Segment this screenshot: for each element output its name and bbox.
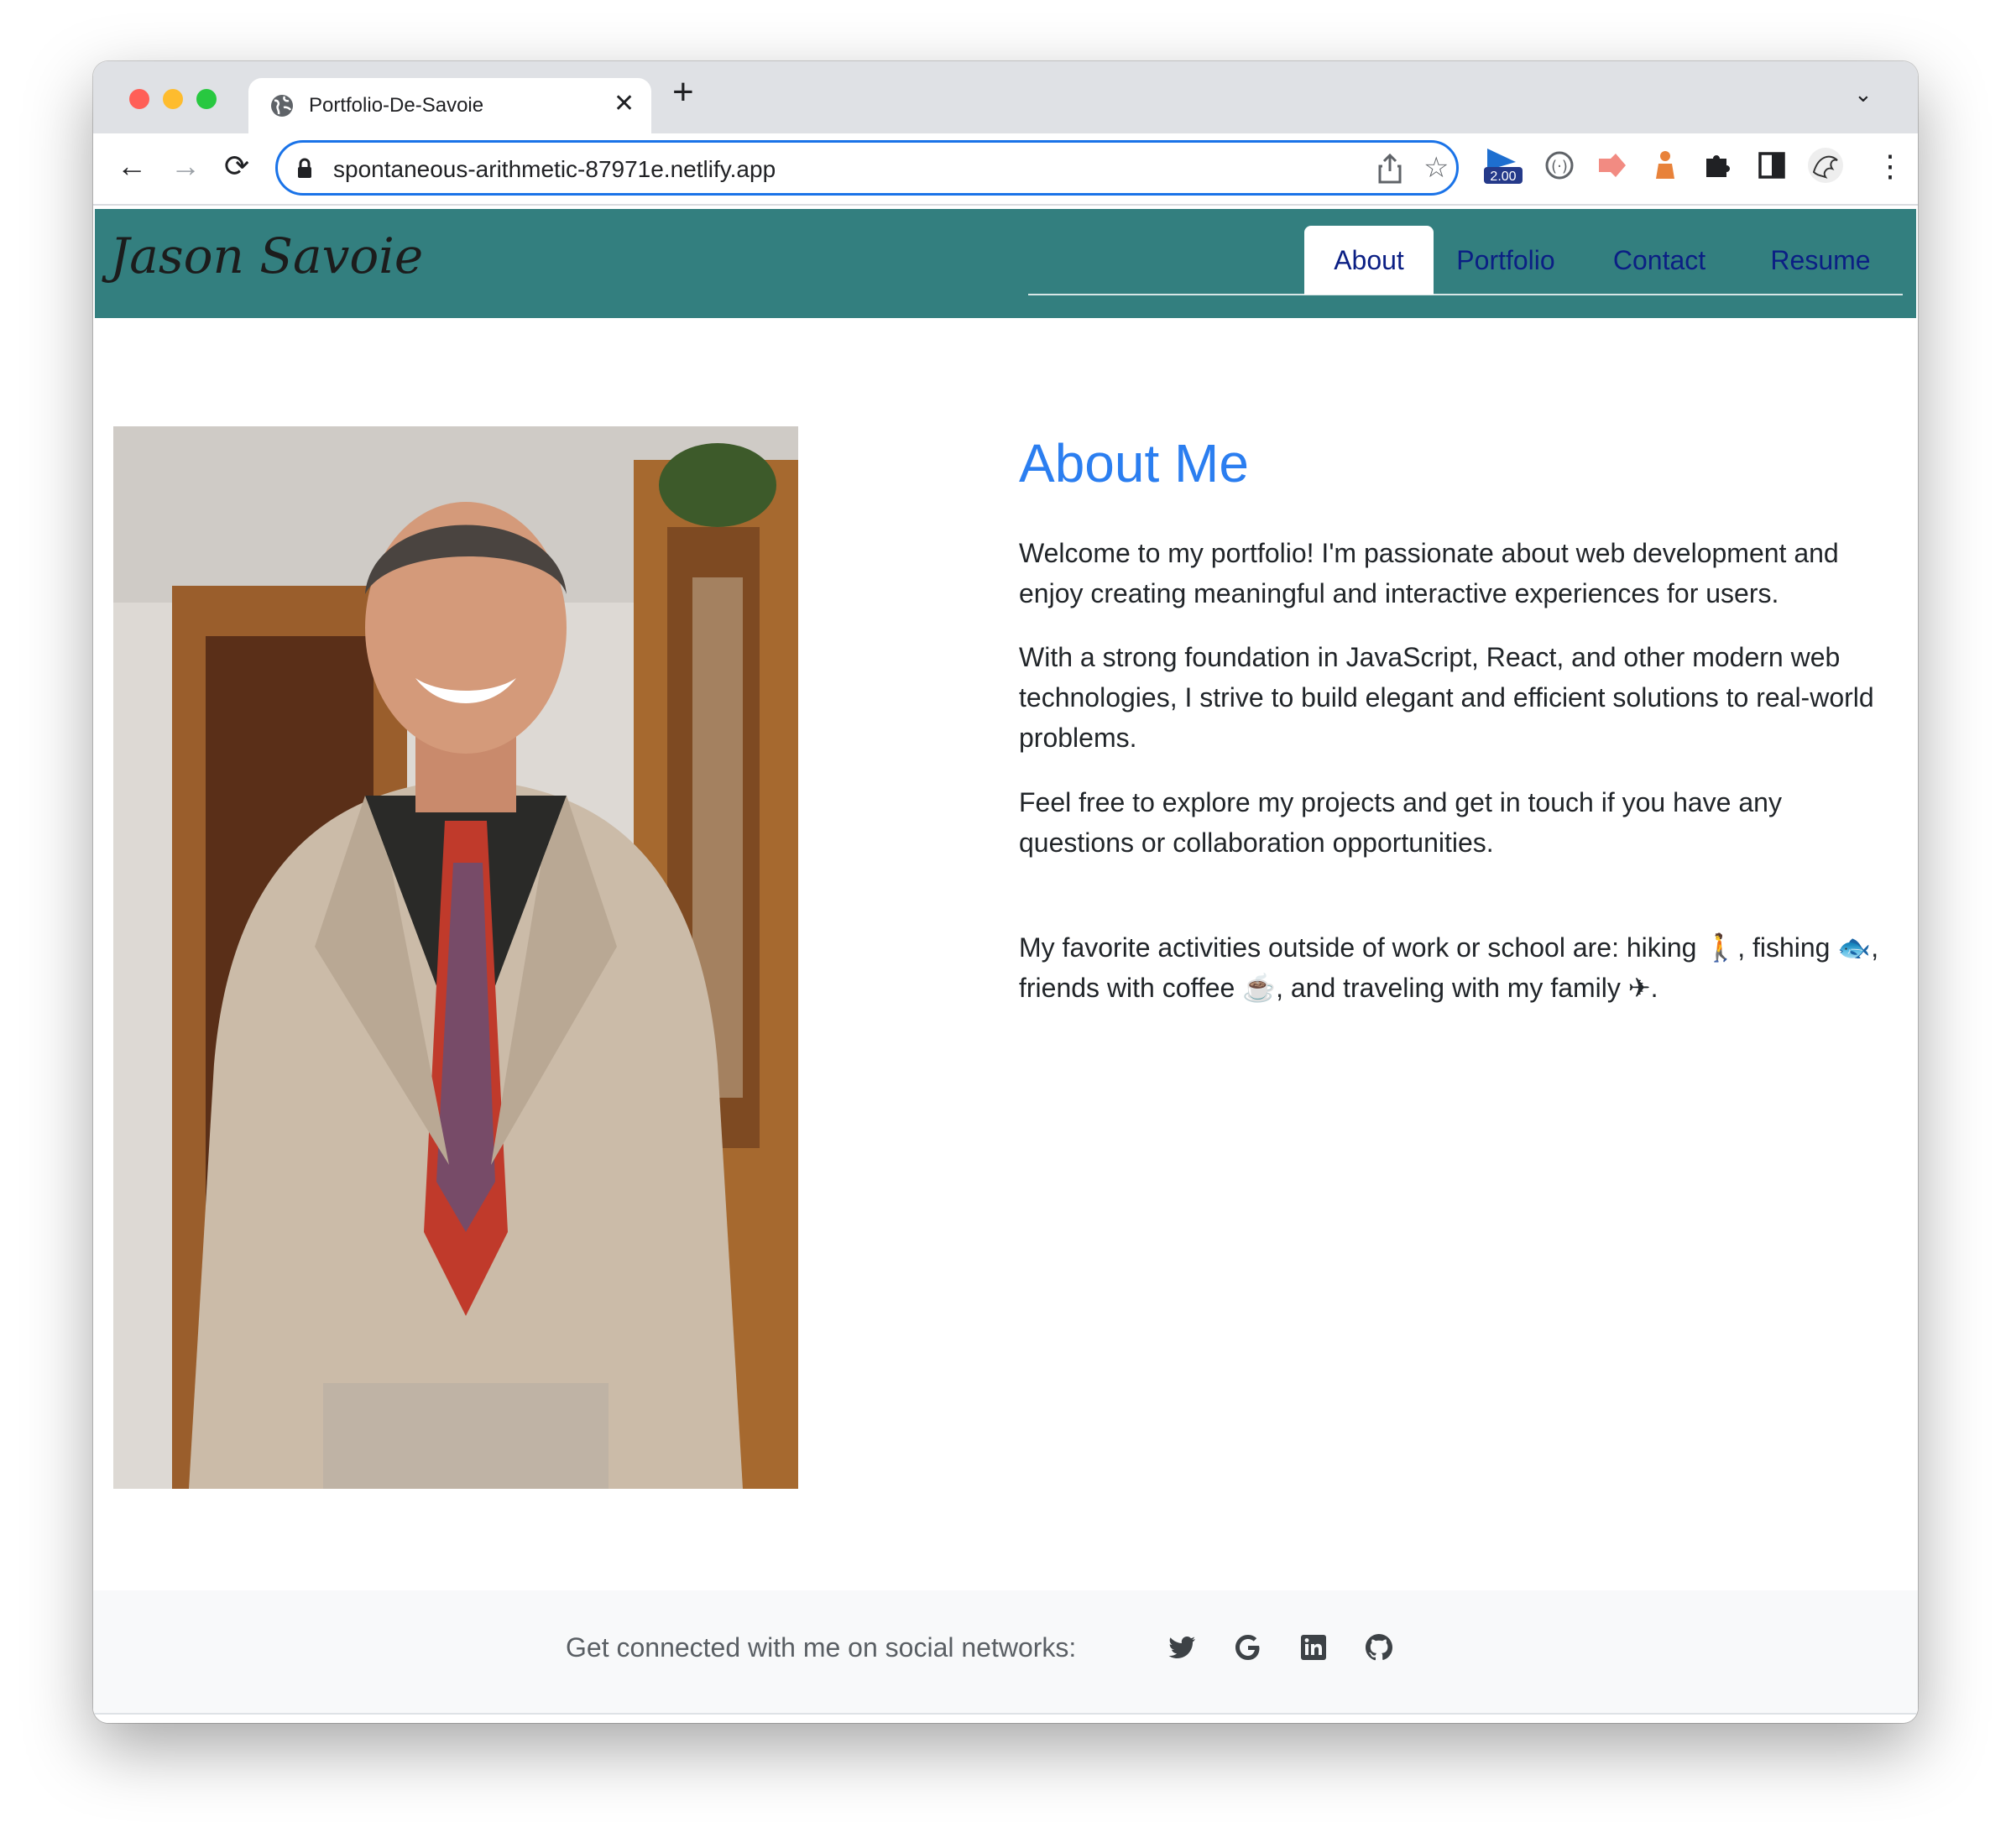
extension-badge: 2.00 <box>1490 170 1516 184</box>
url-text: spontaneous-arithmetic-87971e.netlify.ap… <box>333 156 776 182</box>
about-paragraph-1: Welcome to my portfolio! I'm passionate … <box>1019 538 1839 608</box>
forward-button[interactable]: → <box>170 149 201 184</box>
close-window-button[interactable] <box>129 89 149 109</box>
about-heading: About Me <box>1019 433 1249 493</box>
tab-close-icon[interactable]: ✕ <box>614 89 635 118</box>
nav-link-portfolio[interactable]: Portfolio <box>1448 226 1564 295</box>
address-bar[interactable]: spontaneous-arithmetic-87971e.netlify.ap… <box>275 140 1459 196</box>
browser-tab-active[interactable]: Portfolio-De-Savoie ✕ <box>248 78 651 133</box>
svg-text:(·): (·) <box>1551 158 1568 175</box>
bookmark-star-icon[interactable]: ☆ <box>1423 151 1449 185</box>
reload-button[interactable]: ⟳ <box>224 149 249 184</box>
about-paragraph-2: With a strong foundation in JavaScript, … <box>1019 642 1874 753</box>
about-paragraph-3: Feel free to explore my projects and get… <box>1019 787 1782 858</box>
extension-arrow-icon[interactable] <box>1596 149 1629 182</box>
site-header: Jason Savoie About Portfolio Contact Res… <box>95 209 1916 318</box>
minimize-window-button[interactable] <box>163 89 183 109</box>
browser-window: Portfolio-De-Savoie ✕ + ⌄ ← → ⟳ spontane… <box>93 61 1918 1723</box>
browser-menu-button[interactable]: ⋮ <box>1875 149 1905 184</box>
tab-search-button[interactable]: ⌄ <box>1854 81 1873 107</box>
tab-title: Portfolio-De-Savoie <box>309 94 484 117</box>
google-icon[interactable] <box>1233 1632 1263 1663</box>
site-brand[interactable]: Jason Savoie <box>110 227 423 285</box>
share-icon[interactable] <box>1376 153 1404 185</box>
tab-strip: Portfolio-De-Savoie ✕ + ⌄ <box>93 61 1918 133</box>
profile-photo <box>113 426 798 1489</box>
side-panel-icon[interactable] <box>1755 149 1789 182</box>
site-footer: Get connected with me on social networks… <box>93 1590 1918 1715</box>
extension-circle-icon[interactable]: (·) <box>1543 149 1576 182</box>
nav-link-contact[interactable]: Contact <box>1606 226 1713 295</box>
linkedin-icon[interactable] <box>1298 1632 1329 1663</box>
zoom-window-button[interactable] <box>196 89 217 109</box>
about-paragraph-4: My favorite activities outside of work o… <box>1019 932 1879 1003</box>
back-button[interactable]: ← <box>117 149 147 184</box>
extension-figure-icon[interactable] <box>1648 149 1682 182</box>
new-tab-button[interactable]: + <box>672 71 694 113</box>
web-page: Jason Savoie About Portfolio Contact Res… <box>93 206 1918 1723</box>
nav-link-about[interactable]: About <box>1304 226 1434 295</box>
globe-icon <box>271 95 293 117</box>
profile-avatar[interactable] <box>1807 147 1844 184</box>
twitter-icon[interactable] <box>1167 1632 1198 1663</box>
speed-extension-icon[interactable]: 2.00 <box>1482 145 1524 185</box>
extensions-puzzle-icon[interactable] <box>1701 149 1735 182</box>
nav-link-resume[interactable]: Resume <box>1763 226 1878 295</box>
browser-toolbar: ← → ⟳ spontaneous-arithmetic-87971e.netl… <box>93 133 1918 206</box>
lock-icon <box>298 158 311 178</box>
github-icon[interactable] <box>1364 1632 1394 1663</box>
footer-text: Get connected with me on social networks… <box>566 1632 1077 1663</box>
